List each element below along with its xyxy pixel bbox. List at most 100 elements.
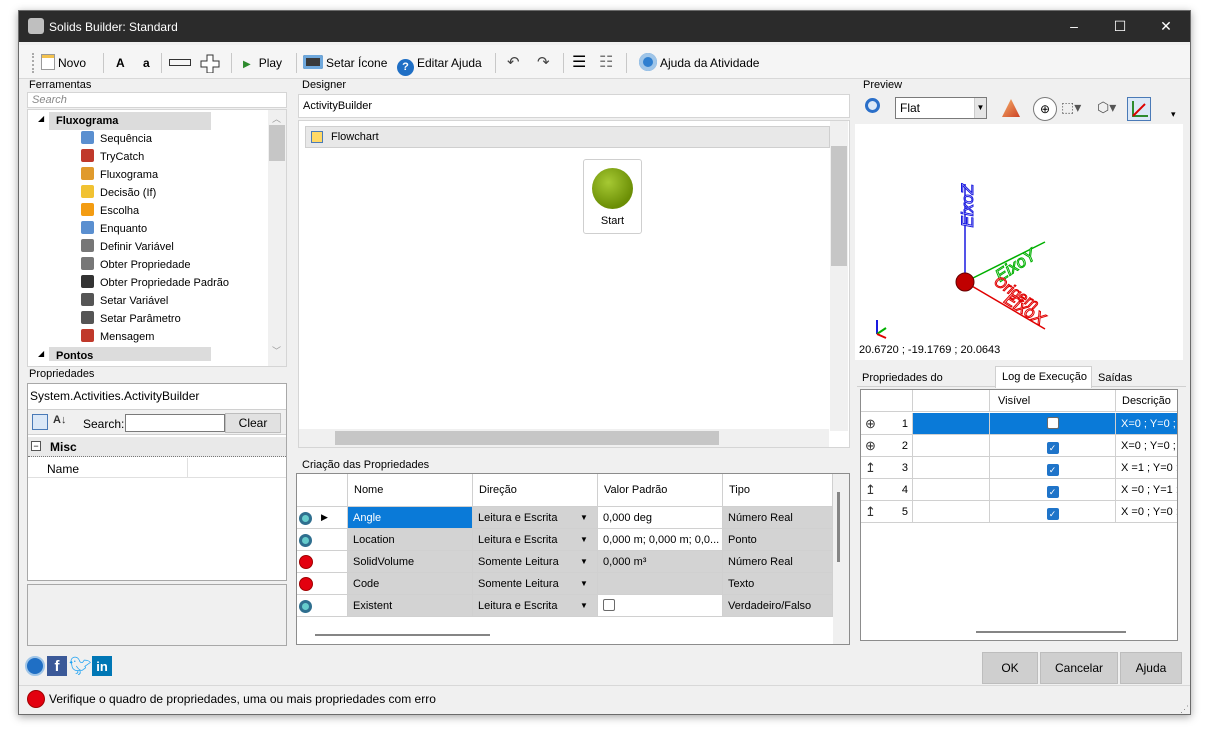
visible-checkbox[interactable]: ✓: [1046, 442, 1059, 454]
chevron-down-icon[interactable]: ▼: [580, 535, 588, 544]
log-cell-visible[interactable]: ✓: [990, 501, 1116, 523]
clear-button[interactable]: Clear: [225, 413, 281, 433]
log-hscroll-thumb[interactable]: [976, 631, 1126, 633]
tree-item[interactable]: Definir Variável: [81, 238, 174, 256]
tab-propriedades-construtor[interactable]: Propriedades do Construtor: [857, 369, 995, 402]
col-direcao[interactable]: Direção: [473, 474, 598, 507]
categorized-icon[interactable]: [32, 414, 48, 430]
linkedin-icon[interactable]: in: [92, 656, 112, 676]
log-cell-description[interactable]: X =0 ; Y=0 ;: [1116, 501, 1177, 523]
tree-item[interactable]: Sequência: [81, 130, 152, 148]
axes-toggle-icon[interactable]: [1127, 97, 1151, 121]
tree-group-fluxograma[interactable]: Fluxograma: [49, 112, 211, 130]
tree-item[interactable]: Enquanto: [81, 220, 147, 238]
log-cell-blank[interactable]: [913, 413, 990, 435]
checkbox[interactable]: [603, 599, 615, 611]
overflow-chevron-icon[interactable]: ▾: [1171, 109, 1176, 120]
log-cell-visible[interactable]: ✓: [990, 435, 1116, 457]
cell-valor[interactable]: [598, 595, 723, 617]
collapse-arrow-icon[interactable]: ◢: [38, 349, 44, 358]
log-cell-description[interactable]: X =0 ; Y=1 ;: [1116, 479, 1177, 501]
bold-font-button[interactable]: A: [116, 53, 125, 73]
tree-item[interactable]: TryCatch: [81, 148, 144, 166]
maximize-button[interactable]: ☐: [1097, 11, 1143, 42]
category-misc[interactable]: Misc: [28, 437, 286, 457]
web-icon[interactable]: [25, 656, 45, 676]
visible-checkbox[interactable]: [1046, 417, 1059, 429]
designer-breadcrumb[interactable]: ActivityBuilder: [298, 94, 850, 118]
cell-tipo[interactable]: Número Real: [723, 551, 833, 573]
chevron-down-icon[interactable]: ▼: [580, 557, 588, 566]
chevron-down-icon[interactable]: ▼: [580, 513, 588, 522]
scroll-up-icon[interactable]: ︿: [272, 112, 281, 125]
chevron-down-icon[interactable]: ▼: [580, 601, 588, 610]
ajuda-button[interactable]: Ajuda: [1120, 652, 1182, 684]
cell-nome[interactable]: Angle: [348, 507, 473, 529]
small-font-button[interactable]: a: [143, 53, 150, 73]
resize-grip-icon[interactable]: ⋰: [1180, 704, 1189, 714]
log-col-visivel[interactable]: Visível: [990, 390, 1116, 412]
log-cell-blank[interactable]: [913, 501, 990, 523]
log-cell-description[interactable]: X =1 ; Y=0 ;: [1116, 457, 1177, 479]
collapse-arrow-icon[interactable]: ◢: [38, 114, 44, 123]
log-cell-blank[interactable]: [913, 457, 990, 479]
log-cell-blank[interactable]: [913, 479, 990, 501]
cell-tipo[interactable]: Texto: [723, 573, 833, 595]
cell-valor[interactable]: 0,000 deg: [598, 507, 723, 529]
flowchart-header[interactable]: [305, 126, 830, 148]
tools-scroll-thumb[interactable]: [269, 125, 285, 161]
cell-nome[interactable]: Location: [348, 529, 473, 551]
tools-search-input[interactable]: Search: [27, 92, 287, 108]
tree-item[interactable]: Setar Variável: [81, 292, 168, 310]
tree-item[interactable]: Obter Propriedade Padrão: [81, 274, 229, 292]
undo-button[interactable]: ↶: [507, 53, 520, 73]
tree-item[interactable]: Mensagem: [81, 328, 154, 346]
setar-icone-button[interactable]: Setar Ícone: [303, 53, 387, 73]
ajuda-atividade-button[interactable]: Ajuda da Atividade: [639, 53, 759, 73]
visible-checkbox[interactable]: ✓: [1046, 464, 1059, 476]
property-search-input[interactable]: [125, 414, 225, 432]
close-button[interactable]: ✕: [1143, 11, 1189, 42]
zoom-icon[interactable]: [865, 98, 880, 113]
designer-vscroll-thumb[interactable]: [831, 146, 847, 266]
cell-nome[interactable]: Code: [348, 573, 473, 595]
log-cell-blank[interactable]: [913, 435, 990, 457]
visible-checkbox[interactable]: ✓: [1046, 508, 1059, 520]
play-button[interactable]: ▶ Play: [243, 53, 282, 73]
log-col-descricao[interactable]: Descrição: [1116, 390, 1177, 412]
redo-button[interactable]: ↷: [537, 53, 550, 73]
tab-saidas[interactable]: Saídas: [1095, 369, 1145, 387]
col-valor-padrao[interactable]: Valor Padrão: [598, 474, 723, 507]
cell-valor[interactable]: [598, 573, 723, 595]
orbit-icon[interactable]: ⊕: [1033, 97, 1057, 121]
facebook-icon[interactable]: f: [47, 656, 67, 676]
criacao-vscrollbar[interactable]: [833, 474, 849, 644]
novo-button[interactable]: Novo: [41, 53, 86, 73]
layout-button[interactable]: ☷: [599, 53, 613, 73]
preview-viewport[interactable]: EixoZ EixoY Origem EixoX: [855, 124, 1183, 360]
chevron-down-icon[interactable]: ▼: [974, 98, 986, 118]
visible-checkbox[interactable]: ✓: [1046, 486, 1059, 498]
tree-item[interactable]: Escolha: [81, 202, 139, 220]
tree-item[interactable]: Setar Parâmetro: [81, 310, 181, 328]
ok-button[interactable]: OK: [982, 652, 1038, 684]
projection-icon[interactable]: ⬡▾: [1097, 99, 1116, 116]
chevron-down-icon[interactable]: ▼: [580, 579, 588, 588]
tab-log-execucao[interactable]: Log de Execução: [995, 366, 1092, 388]
alphabetical-icon[interactable]: A↓: [53, 414, 66, 426]
tree-item[interactable]: Fluxograma: [81, 166, 158, 184]
twitter-icon[interactable]: 🐦︎: [69, 656, 92, 676]
collapse-category-icon[interactable]: −: [31, 441, 41, 451]
scroll-down-icon[interactable]: ﹀: [272, 344, 281, 357]
tree-group-pontos[interactable]: Pontos: [49, 347, 211, 361]
cell-valor[interactable]: 0,000 m³: [598, 551, 723, 573]
col-tipo[interactable]: Tipo: [723, 474, 833, 507]
log-cell-visible[interactable]: ✓: [990, 457, 1116, 479]
designer-hscroll-thumb[interactable]: [335, 431, 719, 445]
editar-ajuda-button[interactable]: ? Editar Ajuda: [397, 53, 482, 76]
cell-nome[interactable]: SolidVolume: [348, 551, 473, 573]
col-nome[interactable]: Nome: [348, 474, 473, 507]
plus-button[interactable]: [199, 53, 221, 74]
log-cell-visible[interactable]: [990, 413, 1116, 435]
cancelar-button[interactable]: Cancelar: [1040, 652, 1118, 684]
